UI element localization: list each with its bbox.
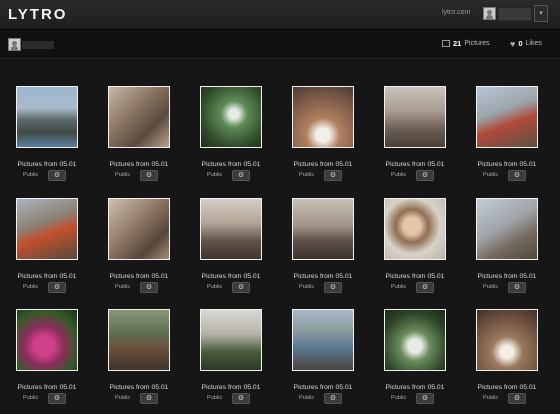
pictures-label: Pictures <box>464 40 490 47</box>
visibility-label: Public <box>391 284 407 290</box>
lytro-logo[interactable]: LYTRO <box>8 6 67 23</box>
visibility-label: Public <box>23 284 39 290</box>
gear-icon[interactable]: ⚙ <box>232 282 250 293</box>
lytro-site-link[interactable]: lytro.com <box>442 9 470 16</box>
gear-icon[interactable]: ⚙ <box>416 393 434 404</box>
user-avatar-icon[interactable] <box>483 7 496 20</box>
visibility-label: Public <box>391 395 407 401</box>
gear-icon[interactable]: ⚙ <box>324 282 342 293</box>
visibility-label: Public <box>23 172 39 178</box>
profile-bar: 21 Pictures ♥ 0 Likes <box>0 30 560 59</box>
visibility-label: Public <box>115 284 131 290</box>
visibility-label: Public <box>483 284 499 290</box>
gear-icon[interactable]: ⚙ <box>324 170 342 181</box>
top-bar: LYTRO lytro.com ▾ <box>0 0 560 30</box>
picture-title[interactable]: Pictures from 05.01 <box>467 384 547 391</box>
gear-icon[interactable]: ⚙ <box>508 393 526 404</box>
picture-title[interactable]: Pictures from 05.01 <box>375 161 455 168</box>
profile-avatar-icon[interactable] <box>8 38 21 51</box>
visibility-label: Public <box>391 172 407 178</box>
visibility-label: Public <box>115 395 131 401</box>
visibility-label: Public <box>299 395 315 401</box>
picture-title[interactable]: Pictures from 05.01 <box>283 161 363 168</box>
gear-icon[interactable]: ⚙ <box>232 393 250 404</box>
visibility-label: Public <box>207 172 223 178</box>
gear-icon[interactable]: ⚙ <box>48 170 66 181</box>
pictures-icon <box>442 40 450 47</box>
picture-title[interactable]: Pictures from 05.01 <box>99 273 179 280</box>
gear-icon[interactable]: ⚙ <box>140 393 158 404</box>
picture-thumbnail[interactable] <box>200 198 262 260</box>
picture-title[interactable]: Pictures from 05.01 <box>283 384 363 391</box>
picture-title[interactable]: Pictures from 05.01 <box>467 161 547 168</box>
user-name-redacted[interactable] <box>498 7 532 21</box>
picture-thumbnail[interactable] <box>108 309 170 371</box>
picture-title[interactable]: Pictures from 05.01 <box>283 273 363 280</box>
gear-icon[interactable]: ⚙ <box>48 282 66 293</box>
picture-thumbnail[interactable] <box>292 198 354 260</box>
account-dropdown-button[interactable]: ▾ <box>534 5 548 22</box>
pictures-count-stat[interactable]: 21 Pictures <box>442 39 490 48</box>
picture-thumbnail[interactable] <box>476 309 538 371</box>
picture-title[interactable]: Pictures from 05.01 <box>467 273 547 280</box>
picture-thumbnail[interactable] <box>292 309 354 371</box>
picture-thumbnail[interactable] <box>16 309 78 371</box>
picture-thumbnail[interactable] <box>108 198 170 260</box>
gear-icon[interactable]: ⚙ <box>416 170 434 181</box>
gear-icon[interactable]: ⚙ <box>416 282 434 293</box>
picture-thumbnail[interactable] <box>476 198 538 260</box>
picture-title[interactable]: Pictures from 05.01 <box>7 161 87 168</box>
picture-title[interactable]: Pictures from 05.01 <box>99 161 179 168</box>
picture-thumbnail[interactable] <box>292 86 354 148</box>
picture-thumbnail[interactable] <box>16 86 78 148</box>
picture-thumbnail[interactable] <box>476 86 538 148</box>
gear-icon[interactable]: ⚙ <box>324 393 342 404</box>
picture-title[interactable]: Pictures from 05.01 <box>7 273 87 280</box>
gear-icon[interactable]: ⚙ <box>232 170 250 181</box>
pictures-count: 21 <box>453 39 462 48</box>
visibility-label: Public <box>299 284 315 290</box>
visibility-label: Public <box>115 172 131 178</box>
gear-icon[interactable]: ⚙ <box>48 393 66 404</box>
visibility-label: Public <box>299 172 315 178</box>
gear-icon[interactable]: ⚙ <box>508 282 526 293</box>
likes-count: 0 <box>518 39 523 48</box>
gear-icon[interactable]: ⚙ <box>508 170 526 181</box>
gear-icon[interactable]: ⚙ <box>140 282 158 293</box>
picture-thumbnail[interactable] <box>200 86 262 148</box>
visibility-label: Public <box>23 395 39 401</box>
picture-title[interactable]: Pictures from 05.01 <box>191 161 271 168</box>
picture-title[interactable]: Pictures from 05.01 <box>375 384 455 391</box>
heart-icon: ♥ <box>510 38 516 49</box>
visibility-label: Public <box>207 284 223 290</box>
picture-title[interactable]: Pictures from 05.01 <box>99 384 179 391</box>
picture-thumbnail[interactable] <box>16 198 78 260</box>
picture-thumbnail[interactable] <box>384 198 446 260</box>
visibility-label: Public <box>483 172 499 178</box>
visibility-label: Public <box>483 395 499 401</box>
picture-thumbnail[interactable] <box>108 86 170 148</box>
picture-title[interactable]: Pictures from 05.01 <box>375 273 455 280</box>
picture-thumbnail[interactable] <box>200 309 262 371</box>
likes-label: Likes <box>525 40 542 47</box>
picture-title[interactable]: Pictures from 05.01 <box>191 273 271 280</box>
picture-thumbnail[interactable] <box>384 309 446 371</box>
visibility-label: Public <box>207 395 223 401</box>
profile-name-redacted[interactable] <box>22 41 54 49</box>
likes-count-stat[interactable]: ♥ 0 Likes <box>510 39 542 48</box>
picture-title[interactable]: Pictures from 05.01 <box>191 384 271 391</box>
gear-icon[interactable]: ⚙ <box>140 170 158 181</box>
picture-thumbnail[interactable] <box>384 86 446 148</box>
picture-title[interactable]: Pictures from 05.01 <box>7 384 87 391</box>
